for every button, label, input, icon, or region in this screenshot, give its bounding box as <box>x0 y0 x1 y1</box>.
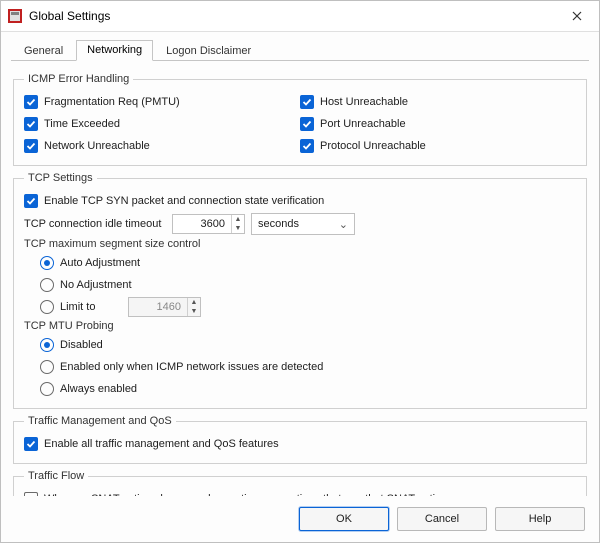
checkbox-protocol-unreachable[interactable] <box>300 139 314 153</box>
label-tcp-idle-timeout: TCP connection idle timeout <box>24 218 164 230</box>
checkbox-network-unreachable[interactable] <box>24 139 38 153</box>
group-legend-icmp: ICMP Error Handling <box>24 73 133 85</box>
radio-mss-limit[interactable] <box>40 300 54 314</box>
titlebar: Global Settings <box>1 1 599 32</box>
label-host-unreachable: Host Unreachable <box>320 96 408 108</box>
label-protocol-unreachable: Protocol Unreachable <box>320 140 426 152</box>
label-enable-tcp-syn: Enable TCP SYN packet and connection sta… <box>44 195 324 207</box>
group-legend-flow: Traffic Flow <box>24 470 88 482</box>
heading-tcp-mss: TCP maximum segment size control <box>24 236 576 252</box>
close-icon <box>572 11 582 21</box>
label-port-unreachable: Port Unreachable <box>320 118 406 130</box>
group-qos: Traffic Management and QoS Enable all tr… <box>13 415 587 464</box>
radio-mtu-always[interactable] <box>40 382 54 396</box>
checkbox-enable-tcp-syn[interactable] <box>24 194 38 208</box>
group-icmp-error-handling: ICMP Error Handling Fragmentation Req (P… <box>13 73 587 166</box>
radio-mtu-enabled-icmp[interactable] <box>40 360 54 374</box>
tab-pane-networking: ICMP Error Handling Fragmentation Req (P… <box>11 61 589 496</box>
label-mss-none: No Adjustment <box>60 279 132 291</box>
checkbox-port-unreachable[interactable] <box>300 117 314 131</box>
label-enable-qos: Enable all traffic management and QoS fe… <box>44 438 279 450</box>
heading-tcp-mtu: TCP MTU Probing <box>24 318 576 334</box>
radio-mtu-disabled[interactable] <box>40 338 54 352</box>
tab-networking[interactable]: Networking <box>76 40 153 61</box>
value-tcp-idle-timeout[interactable]: 3600 <box>173 215 231 233</box>
checkbox-fragmentation-req[interactable] <box>24 95 38 109</box>
input-tcp-idle-timeout[interactable]: 3600 ▲ ▼ <box>172 214 245 234</box>
tab-bar: General Networking Logon Disclaimer <box>11 38 589 61</box>
help-button[interactable]: Help <box>495 507 585 531</box>
group-legend-qos: Traffic Management and QoS <box>24 415 176 427</box>
dialog-footer: OK Cancel Help <box>1 496 599 542</box>
label-mtu-enabled-icmp: Enabled only when ICMP network issues ar… <box>60 361 323 373</box>
window-title: Global Settings <box>29 9 563 23</box>
close-button[interactable] <box>563 6 591 26</box>
label-mss-auto: Auto Adjustment <box>60 257 140 269</box>
radio-mss-none[interactable] <box>40 278 54 292</box>
label-mss-limit: Limit to <box>60 301 120 313</box>
spin-down-idle[interactable]: ▼ <box>232 224 244 233</box>
radio-mss-auto[interactable] <box>40 256 54 270</box>
ok-button[interactable]: OK <box>299 507 389 531</box>
group-traffic-flow: Traffic Flow When an SNAT action changes… <box>13 470 587 496</box>
label-mtu-always: Always enabled <box>60 383 137 395</box>
input-mss-limit: 1460 ▲ ▼ <box>128 297 201 317</box>
group-tcp-settings: TCP Settings Enable TCP SYN packet and c… <box>13 172 587 409</box>
spin-down-mss: ▼ <box>188 307 200 316</box>
label-time-exceeded: Time Exceeded <box>44 118 120 130</box>
spin-up-mss: ▲ <box>188 298 200 307</box>
cancel-button[interactable]: Cancel <box>397 507 487 531</box>
label-fragmentation-req: Fragmentation Req (PMTU) <box>44 96 180 108</box>
select-idle-unit-value: seconds <box>258 218 299 230</box>
checkbox-host-unreachable[interactable] <box>300 95 314 109</box>
group-legend-tcp: TCP Settings <box>24 172 97 184</box>
spin-up-idle[interactable]: ▲ <box>232 215 244 224</box>
checkbox-enable-qos[interactable] <box>24 437 38 451</box>
value-mss-limit: 1460 <box>129 298 187 316</box>
checkbox-time-exceeded[interactable] <box>24 117 38 131</box>
select-idle-unit[interactable]: seconds ⌄ <box>251 213 355 235</box>
app-icon <box>7 8 23 24</box>
label-network-unreachable: Network Unreachable <box>44 140 150 152</box>
label-mtu-disabled: Disabled <box>60 339 103 351</box>
global-settings-dialog: Global Settings General Networking Logon… <box>0 0 600 543</box>
chevron-down-icon: ⌄ <box>339 218 348 231</box>
tab-general[interactable]: General <box>13 41 74 61</box>
tab-logon-disclaimer[interactable]: Logon Disclaimer <box>155 41 262 61</box>
